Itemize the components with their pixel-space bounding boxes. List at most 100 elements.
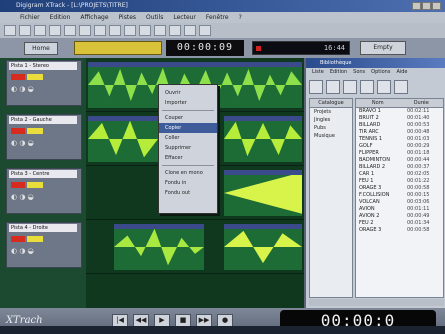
play-icon[interactable] bbox=[343, 80, 357, 94]
close-button[interactable] bbox=[432, 2, 441, 10]
tree-node[interactable]: Musique bbox=[310, 132, 352, 140]
menu-item-7[interactable]: ? bbox=[239, 12, 242, 23]
menu-item-4[interactable]: Outils bbox=[146, 12, 163, 23]
audio-clip[interactable] bbox=[224, 170, 302, 216]
tree-node[interactable]: Projets bbox=[310, 108, 352, 116]
library-menu-item[interactable]: Edition bbox=[330, 68, 347, 77]
volume-knob-icon[interactable]: ◐ ◑ ◒ bbox=[11, 85, 34, 93]
library-menu-item[interactable]: Aide bbox=[396, 68, 407, 77]
copy-icon[interactable] bbox=[64, 25, 76, 36]
menu-item-5[interactable]: Lecteur bbox=[173, 12, 196, 23]
empty-button[interactable]: Empty bbox=[360, 41, 406, 55]
minimize-button[interactable] bbox=[412, 2, 421, 10]
track-header[interactable]: Pista 1 - Stereo ◐ ◑ ◒ bbox=[6, 60, 82, 106]
loop-icon[interactable] bbox=[169, 25, 181, 36]
library-menu-item[interactable]: Liste bbox=[312, 68, 324, 77]
search-icon[interactable] bbox=[326, 80, 340, 94]
audio-clip[interactable] bbox=[114, 224, 204, 270]
redo-icon[interactable] bbox=[109, 25, 121, 36]
library-icon[interactable] bbox=[199, 25, 211, 36]
marker-icon[interactable] bbox=[154, 25, 166, 36]
solo-icon[interactable] bbox=[27, 182, 43, 188]
folder-icon[interactable] bbox=[309, 80, 323, 94]
record-arm-icon[interactable] bbox=[11, 236, 25, 242]
record-arm-icon[interactable] bbox=[11, 182, 25, 188]
menu-item-1[interactable]: Edition bbox=[50, 12, 71, 23]
list-item[interactable]: ORAGE 3 00:00:58 bbox=[356, 227, 443, 234]
audio-clip[interactable] bbox=[224, 116, 302, 162]
menu-item-open[interactable]: Ouvrir bbox=[159, 88, 217, 98]
list-item[interactable]: ORAGE 3 00:00:58 bbox=[356, 185, 443, 192]
menu-item-3[interactable]: Pistes bbox=[119, 12, 136, 23]
audio-clip[interactable] bbox=[88, 116, 158, 162]
list-item[interactable]: CAR 1 00:02:05 bbox=[356, 171, 443, 178]
record-arm-icon[interactable] bbox=[11, 128, 25, 134]
list-item[interactable]: AVION 2 00:00:49 bbox=[356, 213, 443, 220]
sound-list[interactable]: Nom Durée BRAVO 1 00:02:11 BRUIT 2 00:01:40… bbox=[355, 98, 444, 298]
menu-item-copy[interactable]: Copier bbox=[159, 123, 217, 133]
solo-icon[interactable] bbox=[27, 128, 43, 134]
open-icon[interactable] bbox=[19, 25, 31, 36]
new-icon[interactable] bbox=[4, 25, 16, 36]
mixer-icon[interactable] bbox=[184, 25, 196, 36]
list-item[interactable]: FEU 2 00:01:34 bbox=[356, 220, 443, 227]
tree-node[interactable]: Pubs bbox=[310, 124, 352, 132]
menu-item-import[interactable]: Importer bbox=[159, 98, 217, 108]
cut-icon[interactable] bbox=[49, 25, 61, 36]
library-menu-item[interactable]: Options bbox=[371, 68, 390, 77]
audio-clip[interactable] bbox=[224, 224, 302, 270]
paste-icon[interactable] bbox=[79, 25, 91, 36]
list-item[interactable]: TIR ARC 00:00:48 bbox=[356, 129, 443, 136]
list-item[interactable]: FEU 1 00:01:22 bbox=[356, 178, 443, 185]
track-name[interactable]: Pista 4 - Droite bbox=[9, 224, 77, 232]
menu-item-6[interactable]: Fenêtre bbox=[206, 12, 229, 23]
track-name[interactable]: Pista 1 - Stereo bbox=[9, 62, 77, 70]
zoom-in-icon[interactable] bbox=[124, 25, 136, 36]
track-name[interactable]: Pista 2 - Gauche bbox=[9, 116, 77, 124]
solo-icon[interactable] bbox=[27, 74, 43, 80]
list-item[interactable]: BILLARD 00:00:53 bbox=[356, 122, 443, 129]
record-arm-icon[interactable] bbox=[11, 74, 25, 80]
selection-range[interactable] bbox=[74, 41, 162, 55]
properties-icon[interactable] bbox=[377, 80, 391, 94]
list-item[interactable]: AVION 00:01:11 bbox=[356, 206, 443, 213]
menu-item-clear[interactable]: Effacer bbox=[159, 153, 217, 163]
track-lane[interactable] bbox=[86, 220, 304, 274]
menu-item-fade-out[interactable]: Fondu out bbox=[159, 188, 217, 198]
library-menu-item[interactable]: Sons bbox=[353, 68, 365, 77]
delete-icon[interactable] bbox=[394, 80, 408, 94]
list-item[interactable]: VOLCAN 00:03:06 bbox=[356, 199, 443, 206]
track-name[interactable]: Pista 3 - Centre bbox=[9, 170, 77, 178]
stop-icon[interactable] bbox=[360, 80, 374, 94]
menu-item-cut[interactable]: Couper bbox=[159, 113, 217, 123]
zoom-out-icon[interactable] bbox=[139, 25, 151, 36]
tree-node[interactable]: Jingles bbox=[310, 116, 352, 124]
column-duration[interactable]: Durée bbox=[400, 99, 444, 107]
menu-item-paste[interactable]: Coller bbox=[159, 133, 217, 143]
list-item[interactable]: BILLARD 2 00:00:37 bbox=[356, 164, 443, 171]
menu-item-clone-mono[interactable]: Clone en mono bbox=[159, 168, 217, 178]
undo-icon[interactable] bbox=[94, 25, 106, 36]
menu-item-0[interactable]: Fichier bbox=[20, 12, 40, 23]
volume-knob-icon[interactable]: ◐ ◑ ◒ bbox=[11, 193, 34, 201]
list-item[interactable]: GOLF 00:00:29 bbox=[356, 143, 443, 150]
column-name[interactable]: Nom bbox=[356, 99, 400, 107]
list-item[interactable]: BADMINTON 00:00:44 bbox=[356, 157, 443, 164]
track-header[interactable]: Pista 2 - Gauche ◐ ◑ ◒ bbox=[6, 114, 82, 160]
list-item[interactable]: TENNIS 1 00:01:03 bbox=[356, 136, 443, 143]
menu-item-fade-in[interactable]: Fondu in bbox=[159, 178, 217, 188]
volume-knob-icon[interactable]: ◐ ◑ ◒ bbox=[11, 247, 34, 255]
menu-item-delete[interactable]: Supprimer bbox=[159, 143, 217, 153]
track-header[interactable]: Pista 4 - Droite ◐ ◑ ◒ bbox=[6, 222, 82, 268]
save-icon[interactable] bbox=[34, 25, 46, 36]
solo-icon[interactable] bbox=[27, 236, 43, 242]
menu-item-2[interactable]: Affichage bbox=[80, 12, 108, 23]
maximize-button[interactable] bbox=[422, 2, 431, 10]
volume-knob-icon[interactable]: ◐ ◑ ◒ bbox=[11, 139, 34, 147]
catalog-tree[interactable]: Catalogue Projets Jingles Pubs Musique bbox=[309, 98, 353, 298]
list-item[interactable]: BRUIT 2 00:01:40 bbox=[356, 115, 443, 122]
list-item[interactable]: F.COLLISION 00:00:15 bbox=[356, 192, 443, 199]
list-item[interactable]: BRAVO 1 00:02:11 bbox=[356, 108, 443, 115]
track-header[interactable]: Pista 3 - Centre ◐ ◑ ◒ bbox=[6, 168, 82, 214]
list-item[interactable]: FLIPPER 00:01:18 bbox=[356, 150, 443, 157]
